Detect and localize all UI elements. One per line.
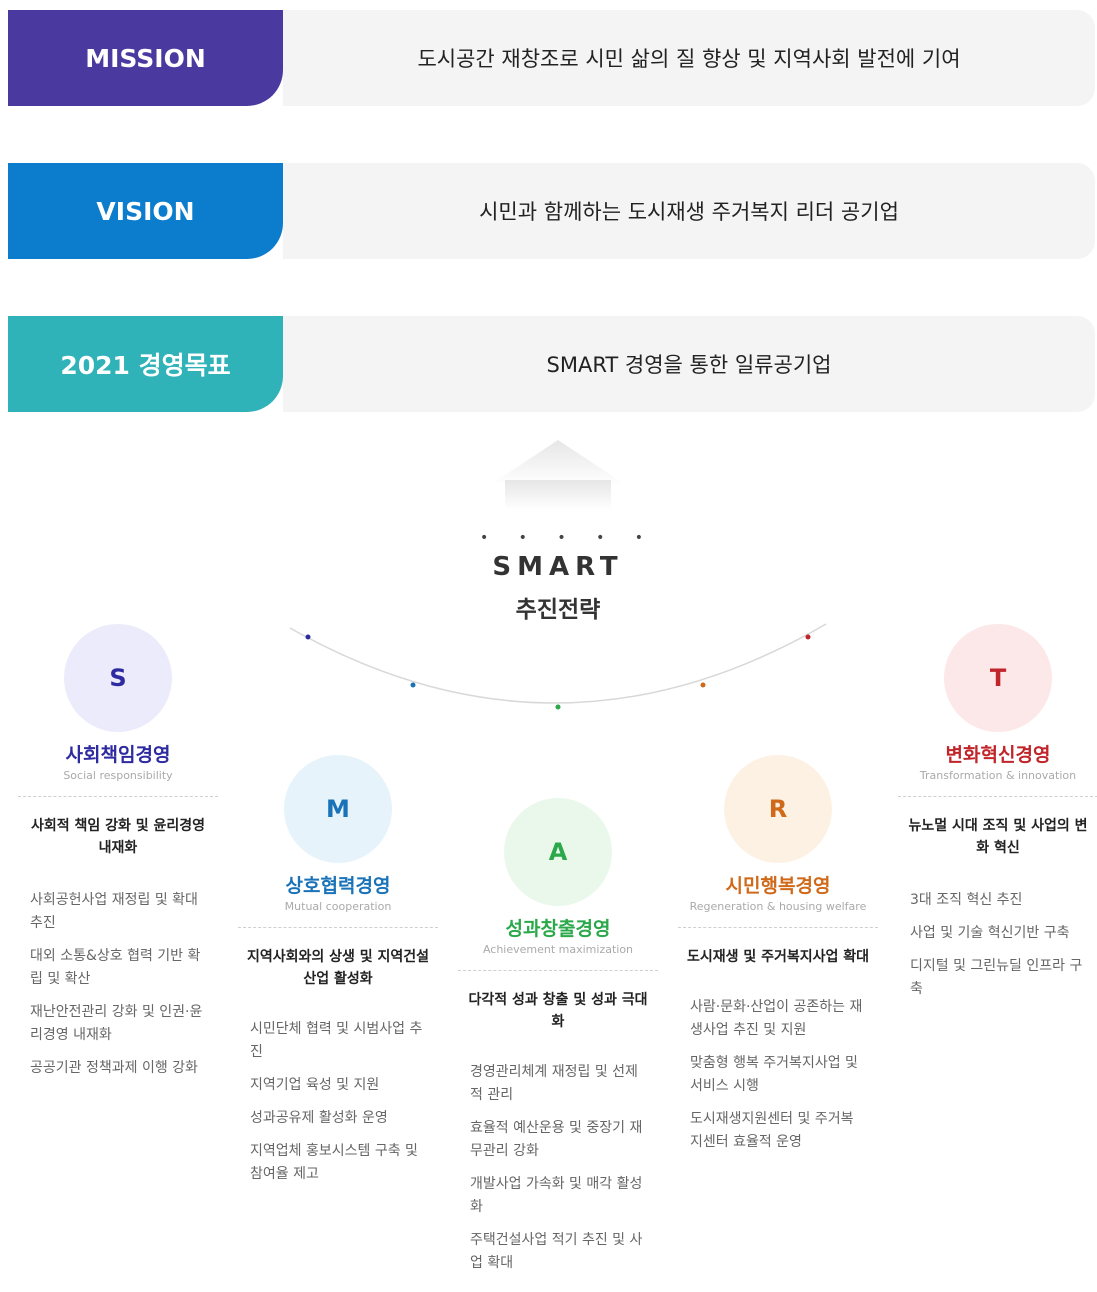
strategy-subtitle: 도시재생 및 주거복지사업 확대: [686, 949, 870, 965]
strategy-letter: M: [326, 795, 350, 823]
divider: [18, 796, 218, 797]
list-item: 지역기업 육성 및 지원: [250, 1077, 380, 1093]
strategy-letter: S: [109, 664, 127, 692]
strategy-letter: R: [768, 795, 788, 823]
strategy-title: 상호협력경영: [285, 875, 391, 897]
strategy-column-r: R 시민행복경영 Regeneration & housing welfare …: [678, 755, 878, 1164]
strategy-subtitle: 다각적 성과 창출 및 성과 극대화: [468, 992, 648, 1030]
arc-dot-a: [555, 704, 561, 710]
strategy-column-t: T 변화혁신경영 Transformation & innovation 뉴노멀…: [898, 624, 1097, 1011]
strategy-items: 사람·문화·산업이 공존하는 재생사업 추진 및 지원 맞춤형 행복 주거복지사…: [678, 996, 878, 1154]
smart-word: SMART: [492, 552, 624, 582]
strategy-circle-a: A: [504, 798, 612, 906]
strategy-column-s: S 사회책임경영 Social responsibility 사회적 책임 강화…: [18, 624, 218, 1090]
smart-subtitle: 추진전략: [515, 597, 601, 623]
strategy-items: 사회공헌사업 재정립 및 확대 추진 대외 소통&상호 협력 기반 확립 및 확…: [18, 889, 218, 1080]
divider: [678, 927, 878, 928]
strategy-english: Regeneration & housing welfare: [689, 900, 867, 913]
strategy-circle-m: M: [284, 755, 392, 863]
list-item: 성과공유제 활성화 운영: [250, 1110, 388, 1126]
list-item: 도시재생지원센터 및 주거복지센터 효율적 운영: [690, 1111, 854, 1150]
strategy-subtitle: 뉴노멀 시대 조직 및 사업의 변화 혁신: [908, 818, 1088, 856]
strategy-items: 시민단체 협력 및 시범사업 추진 지역기업 육성 및 지원 성과공유제 활성화…: [238, 1018, 438, 1186]
up-arrow-stem: [505, 480, 611, 510]
list-item: 지역업체 홍보시스템 구축 및 참여율 제고: [250, 1143, 418, 1182]
list-item: 디지털 및 그린뉴딜 인프라 구축: [910, 958, 1083, 997]
strategy-circle-s: S: [64, 624, 172, 732]
strategy-items: 경영관리체계 재정립 및 선제적 관리 효율적 예산운용 및 중장기 재무관리 …: [458, 1061, 658, 1275]
list-item: 대외 소통&상호 협력 기반 확립 및 확산: [30, 948, 201, 987]
strategy-column-m: M 상호협력경영 Mutual cooperation 지역사회와의 상생 및 …: [238, 755, 438, 1196]
mission-label: MISSION: [8, 10, 283, 106]
divider: [898, 796, 1097, 797]
strategy-letter: T: [989, 664, 1007, 692]
strategy-items: 3대 조직 혁신 추진 사업 및 기술 혁신기반 구축 디지털 및 그린뉴딜 인…: [898, 889, 1097, 1001]
list-item: 재난안전관리 강화 및 인권·윤리경영 내재화: [30, 1004, 203, 1043]
strategy-column-a: A 성과창출경영 Achievement maximization 다각적 성과…: [458, 798, 658, 1285]
list-item: 효율적 예산운용 및 중장기 재무관리 강화: [470, 1120, 643, 1159]
list-item: 시민단체 협력 및 시범사업 추진: [250, 1021, 423, 1060]
strategy-arc: [289, 623, 827, 704]
arc-dot-r: [700, 682, 706, 688]
strategy-title: 변화혁신경영: [945, 744, 1051, 766]
strategy-title: 사회책임경영: [65, 744, 171, 766]
list-item: 맞춤형 행복 주거복지사업 및 서비스 시행: [690, 1055, 858, 1094]
list-item: 공공기관 정책과제 이행 강화: [30, 1060, 198, 1076]
strategy-title: 시민행복경영: [725, 875, 831, 897]
arc-dot-t: [805, 634, 811, 640]
strategy-english: Achievement maximization: [482, 943, 634, 956]
strategy-subtitle: 사회적 책임 강화 및 윤리경영 내재화: [30, 818, 206, 856]
strategy-circle-r: R: [724, 755, 832, 863]
strategy-title: 성과창출경영: [505, 918, 611, 940]
strategy-subtitle: 지역사회와의 상생 및 지역건설산업 활성화: [246, 949, 430, 987]
list-item: 주택건설사업 적기 추진 및 사업 확대: [470, 1232, 643, 1271]
divider: [458, 970, 658, 971]
vision-label: VISION: [8, 163, 283, 259]
arc-dot-s: [305, 634, 311, 640]
smart-dots: • • • • •: [479, 530, 657, 546]
strategy-english: Transformation & innovation: [919, 769, 1077, 782]
strategy-letter: A: [548, 838, 568, 866]
list-item: 사업 및 기술 혁신기반 구축: [910, 925, 1070, 941]
list-item: 사람·문화·산업이 공존하는 재생사업 추진 및 지원: [690, 999, 863, 1038]
divider: [238, 927, 438, 928]
goal-label: 2021 경영목표: [8, 316, 283, 412]
strategy-english: Mutual cooperation: [284, 900, 392, 913]
strategy-circle-t: T: [944, 624, 1052, 732]
list-item: 경영관리체계 재정립 및 선제적 관리: [470, 1064, 638, 1103]
up-arrow-icon: [490, 440, 626, 485]
list-item: 개발사업 가속화 및 매각 활성화: [470, 1176, 643, 1215]
strategy-english: Social responsibility: [63, 769, 173, 782]
list-item: 3대 조직 혁신 추진: [910, 892, 1023, 908]
list-item: 사회공헌사업 재정립 및 확대 추진: [30, 892, 198, 931]
arc-dot-m: [410, 682, 416, 688]
